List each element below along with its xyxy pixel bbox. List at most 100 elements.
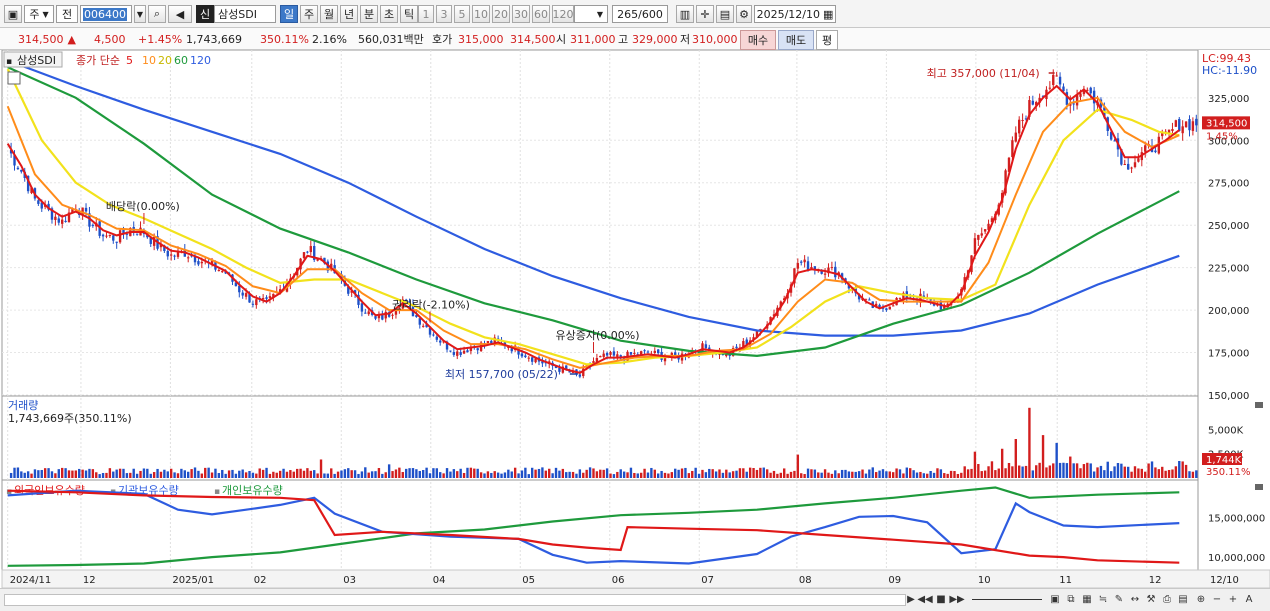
minus-icon[interactable]: − — [1210, 592, 1224, 606]
plus-icon[interactable]: + — [1226, 592, 1240, 606]
rewind-icon[interactable]: ◀◀ — [917, 592, 932, 606]
candle-body — [599, 355, 602, 358]
volume-bar — [752, 467, 755, 478]
candle-body — [108, 234, 112, 236]
code-input[interactable]: 006400 — [80, 5, 132, 23]
stop-icon[interactable]: ■ — [934, 592, 948, 606]
period-button-5[interactable]: 초 — [380, 5, 398, 23]
candle-body — [629, 352, 633, 355]
volume-bar — [370, 471, 374, 478]
period-button-6[interactable]: 틱 — [400, 5, 418, 23]
volume-bar — [510, 471, 513, 478]
volume-bar — [159, 471, 163, 478]
volume-bar — [844, 469, 847, 478]
volume-bar — [176, 473, 180, 478]
legend-item: 20 — [158, 54, 172, 67]
volume-bar — [336, 471, 340, 478]
volume-bar — [827, 472, 830, 478]
code-dropdown-button[interactable]: ▼ — [134, 5, 146, 23]
volume-bar — [994, 470, 997, 478]
grid-icon[interactable]: ▤ — [1176, 592, 1190, 606]
date-field[interactable]: 2025/12/10 ▦ — [754, 5, 836, 23]
crosshair-icon: ✛ — [700, 7, 710, 21]
period-button-0[interactable]: 일 — [280, 5, 298, 23]
period-button-1[interactable]: 주 — [300, 5, 318, 23]
volume-bar — [789, 471, 793, 478]
interval-button-60[interactable]: 60 — [532, 5, 550, 23]
chart-title: 삼성SDI — [17, 54, 56, 67]
volume-close-icon — [1255, 402, 1263, 408]
candle-body — [418, 318, 421, 325]
candle-body — [422, 325, 425, 327]
candle-body — [803, 259, 806, 263]
chart-type-button[interactable]: ▥ — [676, 5, 694, 23]
zoom-slider[interactable] — [972, 599, 1042, 600]
tool-icon[interactable]: ⚒ — [1144, 592, 1158, 606]
save-button[interactable]: ▤ — [716, 5, 734, 23]
volume-bar — [1089, 463, 1092, 478]
interval-button-120[interactable]: 120 — [552, 5, 574, 23]
candle-body — [1079, 93, 1082, 97]
candle-body — [1072, 103, 1075, 105]
candle-body — [112, 235, 115, 241]
volume-bar — [91, 469, 95, 478]
search-button[interactable]: ⌕ — [148, 5, 166, 23]
period-button-2[interactable]: 월 — [320, 5, 338, 23]
volume-bar — [837, 473, 840, 478]
code-value: 006400 — [83, 7, 127, 21]
volume-bar — [946, 473, 949, 478]
stock-name-field[interactable]: 삼성SDI — [214, 5, 276, 23]
market-select[interactable]: 주 ▼ — [24, 5, 54, 23]
interval-button-1[interactable]: 1 — [418, 5, 434, 23]
interval-button-30[interactable]: 30 — [512, 5, 530, 23]
candle-body — [1031, 100, 1035, 105]
open-value: 311,000 — [570, 32, 616, 46]
interval-button-3[interactable]: 3 — [436, 5, 452, 23]
play-icon[interactable]: ▶ — [904, 592, 918, 606]
volume-bar — [949, 470, 953, 478]
interval-select[interactable]: ▼ — [574, 5, 608, 23]
candle-body — [983, 229, 987, 232]
zoom-in-icon[interactable]: ⊕ — [1194, 592, 1208, 606]
ruler-icon[interactable]: ↔ — [1128, 592, 1142, 606]
copy-icon[interactable]: ⧉ — [1064, 592, 1078, 606]
volume-bar — [64, 468, 67, 478]
count-field[interactable]: 265/600 — [612, 5, 668, 23]
candle-body — [605, 352, 609, 356]
candle-body — [367, 311, 370, 315]
candle-body — [1171, 129, 1174, 132]
period-button-3[interactable]: 년 — [340, 5, 358, 23]
holdings-tick-label: 10,000,000 — [1208, 553, 1265, 564]
horizontal-scrollbar[interactable] — [4, 594, 906, 606]
sell-button[interactable]: 매도 — [778, 30, 814, 50]
volume-bar — [1157, 469, 1161, 478]
volume-bar — [701, 469, 704, 478]
volume-bar — [612, 474, 616, 478]
volume-bar — [309, 470, 313, 478]
settings-button[interactable]: ⚙ — [736, 5, 752, 23]
crosshair-button[interactable]: ✛ — [696, 5, 714, 23]
layout-icon[interactable]: ▣ — [1048, 592, 1062, 606]
table-icon[interactable]: ▦ — [1080, 592, 1094, 606]
interval-button-20[interactable]: 20 — [492, 5, 510, 23]
period-button-4[interactable]: 분 — [360, 5, 378, 23]
candle-body — [633, 352, 636, 354]
prefix-select[interactable]: 전 — [56, 5, 78, 23]
compare-icon[interactable]: ≒ — [1096, 592, 1110, 606]
print-icon[interactable]: ⎙ — [1160, 592, 1174, 606]
speaker-button[interactable]: ◀ — [168, 5, 192, 23]
stock-chart[interactable]: 2024/11 12 2025/01 02 03 04 05 06 07 08 09 10 11 12 12… — [0, 50, 1270, 588]
fast-forward-icon[interactable]: ▶▶ — [949, 592, 964, 606]
buy-button[interactable]: 매수 — [740, 30, 776, 50]
interval-button-5[interactable]: 5 — [454, 5, 470, 23]
draw-icon[interactable]: ✎ — [1112, 592, 1126, 606]
interval-button-10[interactable]: 10 — [472, 5, 490, 23]
window-icon[interactable]: ▣ — [4, 5, 22, 23]
volume-bar — [193, 467, 197, 478]
volume-bar — [360, 471, 364, 478]
eval-button[interactable]: 평 — [816, 30, 838, 50]
font-size-icon[interactable]: A — [1242, 592, 1256, 606]
volume-bar — [817, 472, 820, 478]
volume-bar — [544, 470, 547, 478]
volume-bar — [118, 468, 122, 478]
